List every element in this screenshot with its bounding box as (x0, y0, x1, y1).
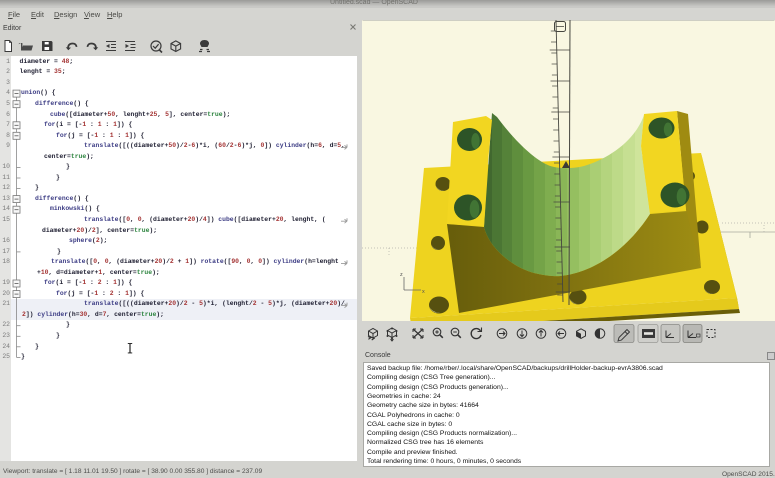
svg-text:x: x (422, 289, 425, 295)
svg-text:z: z (400, 272, 403, 278)
